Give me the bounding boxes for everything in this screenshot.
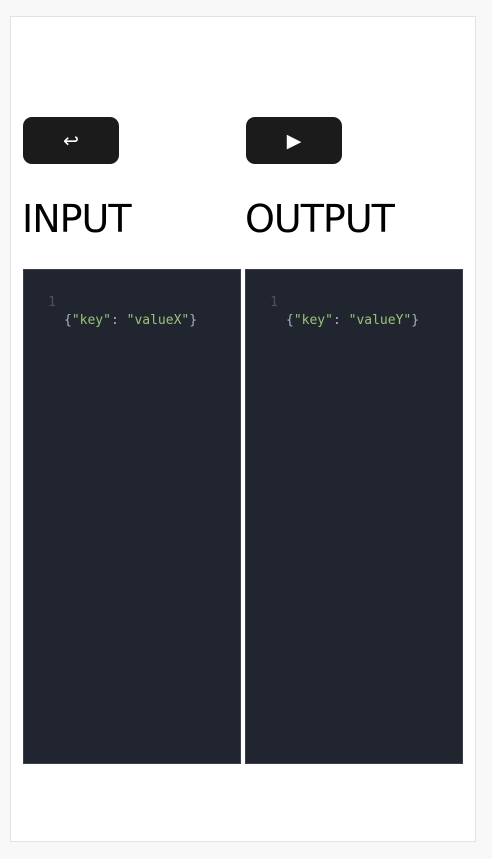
run-button[interactable]: ▶ [246,117,342,164]
output-heading: OUTPUT [245,197,395,241]
code-separator: : [332,313,349,328]
code-content[interactable]: {"key": "valueY"} [286,312,419,330]
code-value: "valueX" [126,313,190,328]
code-line: 1 {"key": "valueX"} [24,276,240,328]
play-icon: ▶ [286,129,302,152]
reset-button[interactable]: ↩ [23,117,119,164]
code-open-brace: { [286,313,294,328]
code-close-brace: } [411,313,420,328]
app-container: ↩ ▶ INPUT OUTPUT 1 {"key": "valueX"} 1 {… [10,16,476,842]
input-heading: INPUT [22,197,132,241]
code-close-brace: } [189,313,198,328]
input-editor[interactable]: 1 {"key": "valueX"} [23,269,241,764]
code-content[interactable]: {"key": "valueX"} [64,312,197,330]
code-key: "key" [71,313,111,328]
return-arrow-icon: ↩ [63,129,79,152]
code-line: 1 {"key": "valueY"} [246,276,462,328]
line-number: 1 [48,295,56,310]
output-editor[interactable]: 1 {"key": "valueY"} [245,269,463,764]
line-number: 1 [270,295,278,310]
code-open-brace: { [64,313,72,328]
code-key: "key" [293,313,333,328]
code-separator: : [110,313,127,328]
code-value: "valueY" [348,313,412,328]
